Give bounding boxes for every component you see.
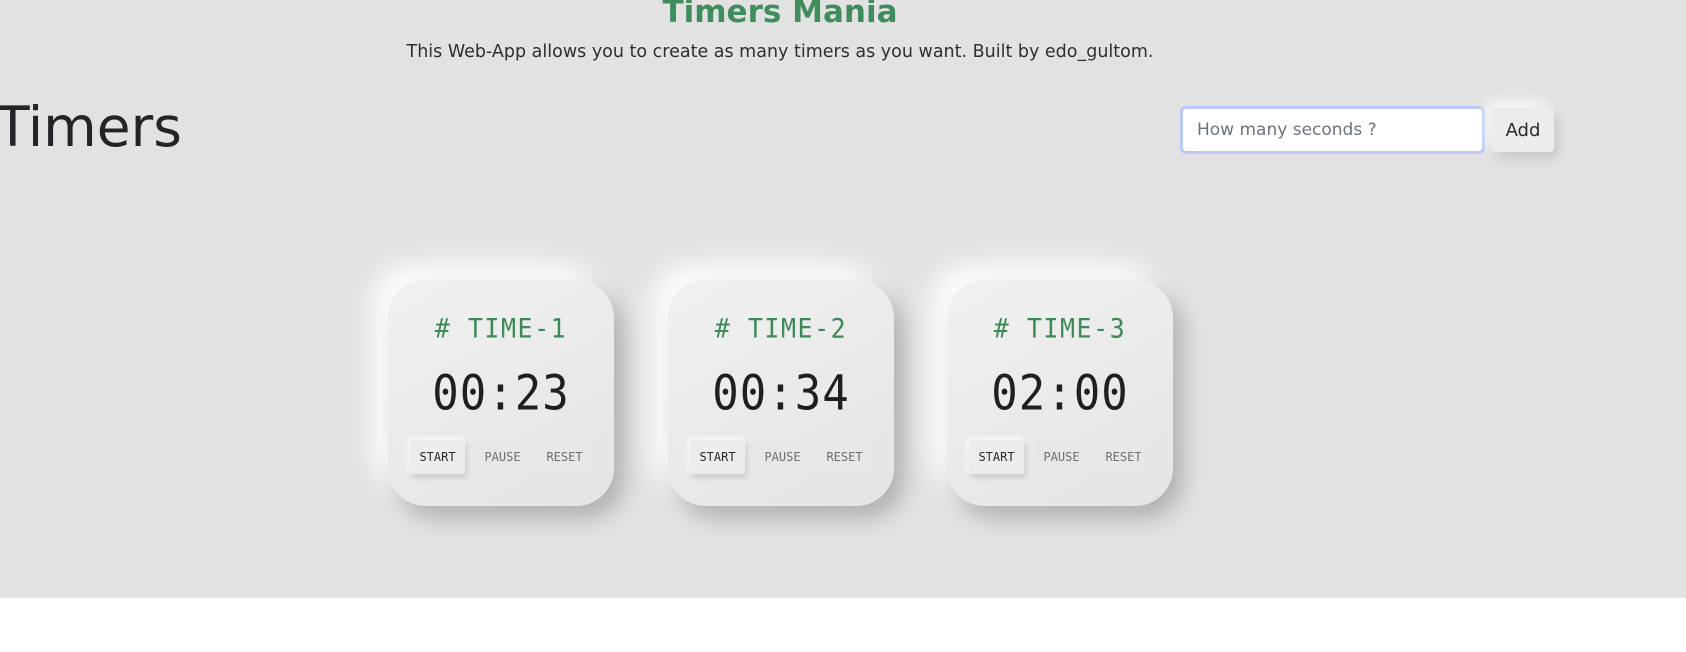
start-button[interactable]: START: [969, 440, 1024, 474]
timer-card-2: # TIME-2 00:34 START PAUSE RESET: [668, 280, 894, 506]
reset-button[interactable]: RESET: [1096, 440, 1151, 474]
timer-title: # TIME-1: [434, 313, 568, 344]
pause-button[interactable]: PAUSE: [475, 440, 530, 474]
timer-title: # TIME-3: [993, 313, 1127, 344]
app-subtitle: This Web-App allows you to create as man…: [406, 42, 1154, 62]
add-timer-button[interactable]: Add: [1492, 108, 1554, 152]
start-button[interactable]: START: [690, 440, 745, 474]
timer-card-3: # TIME-3 02:00 START PAUSE RESET: [947, 280, 1173, 506]
reset-button[interactable]: RESET: [537, 440, 592, 474]
timer-controls: START PAUSE RESET: [690, 440, 876, 474]
app-title: Timers Mania: [662, 0, 898, 30]
timer-controls: START PAUSE RESET: [410, 440, 596, 474]
timers-heading: Timers: [0, 95, 182, 159]
pause-button[interactable]: PAUSE: [755, 440, 810, 474]
timer-display: 02:00: [991, 365, 1129, 422]
seconds-input[interactable]: [1180, 106, 1485, 154]
app-page: Timers Mania This Web-App allows you to …: [0, 0, 1686, 598]
reset-button[interactable]: RESET: [817, 440, 872, 474]
timer-title: # TIME-2: [714, 313, 848, 344]
start-button[interactable]: START: [410, 440, 465, 474]
timer-card-1: # TIME-1 00:23 START PAUSE RESET: [388, 280, 614, 506]
timer-display: 00:23: [432, 365, 570, 422]
timer-controls: START PAUSE RESET: [969, 440, 1155, 474]
timer-display: 00:34: [712, 365, 850, 422]
pause-button[interactable]: PAUSE: [1034, 440, 1089, 474]
